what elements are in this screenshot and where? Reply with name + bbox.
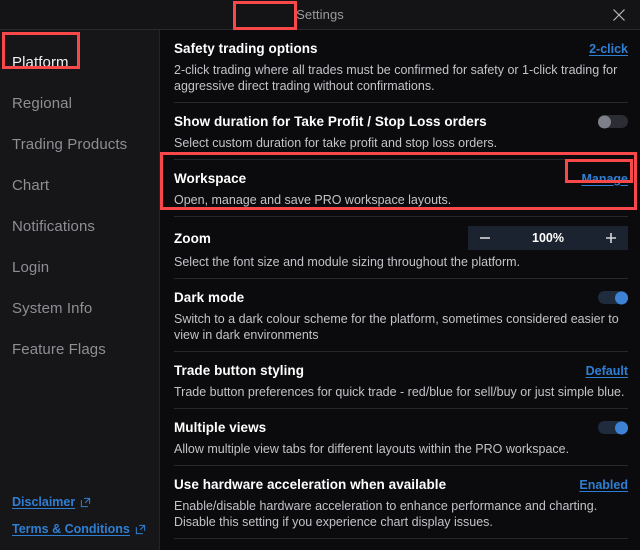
row-header: Multiple views [174,418,628,437]
sidebar-item-feature-flags[interactable]: Feature Flags [0,329,159,370]
sidebar-item-label: Chart [12,177,49,194]
plus-icon[interactable] [594,226,628,250]
settings-sidebar: Platform Regional Trading Products Chart… [0,30,160,550]
terms-label: Terms & Conditions [12,522,130,536]
row-description: Select custom duration for take profit a… [174,135,628,151]
external-link-icon [80,497,91,508]
row-description: Open, manage and save PRO workspace layo… [174,192,628,208]
row-zoom: Zoom 100% [174,217,628,279]
sidebar-item-label: Login [12,259,49,276]
row-header: Zoom 100% [174,226,628,250]
row-header: Trade button styling Default [174,361,628,380]
minus-icon[interactable] [468,226,502,250]
row-title: Multiple views [174,420,266,435]
window-title: Settings [296,8,344,21]
toggle-knob [598,115,611,128]
row-header: Workspace Manage [174,169,628,188]
row-header: Use hardware acceleration when available… [174,475,628,494]
settings-dialog: Settings Platform Regional Trading Produ… [0,0,640,550]
sidebar-item-platform[interactable]: Platform [0,42,159,83]
row-title: Show duration for Take Profit / Stop Los… [174,114,487,129]
trade-button-styling-value-link[interactable]: Default [586,364,628,378]
disclaimer-label: Disclaimer [12,495,75,509]
row-description: Switch to a dark colour scheme for the p… [174,311,628,343]
sidebar-item-label: Feature Flags [12,341,106,358]
sidebar-item-login[interactable]: Login [0,247,159,288]
sidebar-item-label: Trading Products [12,136,127,153]
hardware-acceleration-value-link[interactable]: Enabled [579,478,628,492]
show-duration-toggle[interactable] [598,115,628,128]
sidebar-item-label: System Info [12,300,92,317]
sidebar-item-label: Notifications [12,218,95,235]
row-title: Workspace [174,171,246,186]
row-title: Dark mode [174,290,244,305]
sidebar-item-label: Regional [12,95,72,112]
row-title: Safety trading options [174,41,318,56]
toggle-knob [615,421,628,434]
row-safety-trading-options: Safety trading options 2-click 2-click t… [174,30,628,103]
disclaimer-link[interactable]: Disclaimer [12,495,159,509]
dark-mode-toggle[interactable] [598,291,628,304]
row-trade-button-styling: Trade button styling Default Trade butto… [174,352,628,409]
row-dark-mode: Dark mode Switch to a dark colour scheme… [174,279,628,352]
close-icon[interactable] [608,4,630,26]
row-header: Show duration for Take Profit / Stop Los… [174,112,628,131]
row-description: Select the font size and module sizing t… [174,254,628,270]
toggle-knob [615,291,628,304]
row-hardware-acceleration: Use hardware acceleration when available… [174,466,628,539]
external-link-icon [135,524,146,535]
row-title: Use hardware acceleration when available [174,477,446,492]
row-header: Safety trading options 2-click [174,39,628,58]
window-titlebar: Settings [0,0,640,30]
row-header: Dark mode [174,288,628,307]
sidebar-footer: Disclaimer Terms & Conditions [0,495,159,550]
sidebar-item-label: Platform [12,54,69,71]
sidebar-item-system-info[interactable]: System Info [0,288,159,329]
sidebar-item-notifications[interactable]: Notifications [0,206,159,247]
settings-content: Safety trading options 2-click 2-click t… [160,30,640,550]
row-workspace: Workspace Manage Open, manage and save P… [174,160,628,217]
sidebar-item-regional[interactable]: Regional [0,83,159,124]
safety-trading-value-link[interactable]: 2-click [589,42,628,56]
row-show-duration: Show duration for Take Profit / Stop Los… [174,103,628,160]
multiple-views-toggle[interactable] [598,421,628,434]
sidebar-item-trading-products[interactable]: Trading Products [0,124,159,165]
sidebar-item-chart[interactable]: Chart [0,165,159,206]
zoom-stepper[interactable]: 100% [468,226,628,250]
row-description: Allow multiple view tabs for different l… [174,441,628,457]
row-description: Enable/disable hardware acceleration to … [174,498,628,530]
row-title: Zoom [174,231,211,246]
row-multiple-views: Multiple views Allow multiple view tabs … [174,409,628,466]
terms-and-conditions-link[interactable]: Terms & Conditions [12,522,159,536]
zoom-value: 100% [502,231,594,245]
row-description: Trade button preferences for quick trade… [174,384,628,400]
row-title: Trade button styling [174,363,304,378]
row-workspace-manage-link[interactable]: Manage [581,172,628,186]
dialog-body: Platform Regional Trading Products Chart… [0,30,640,550]
row-description: 2-click trading where all trades must be… [174,62,628,94]
